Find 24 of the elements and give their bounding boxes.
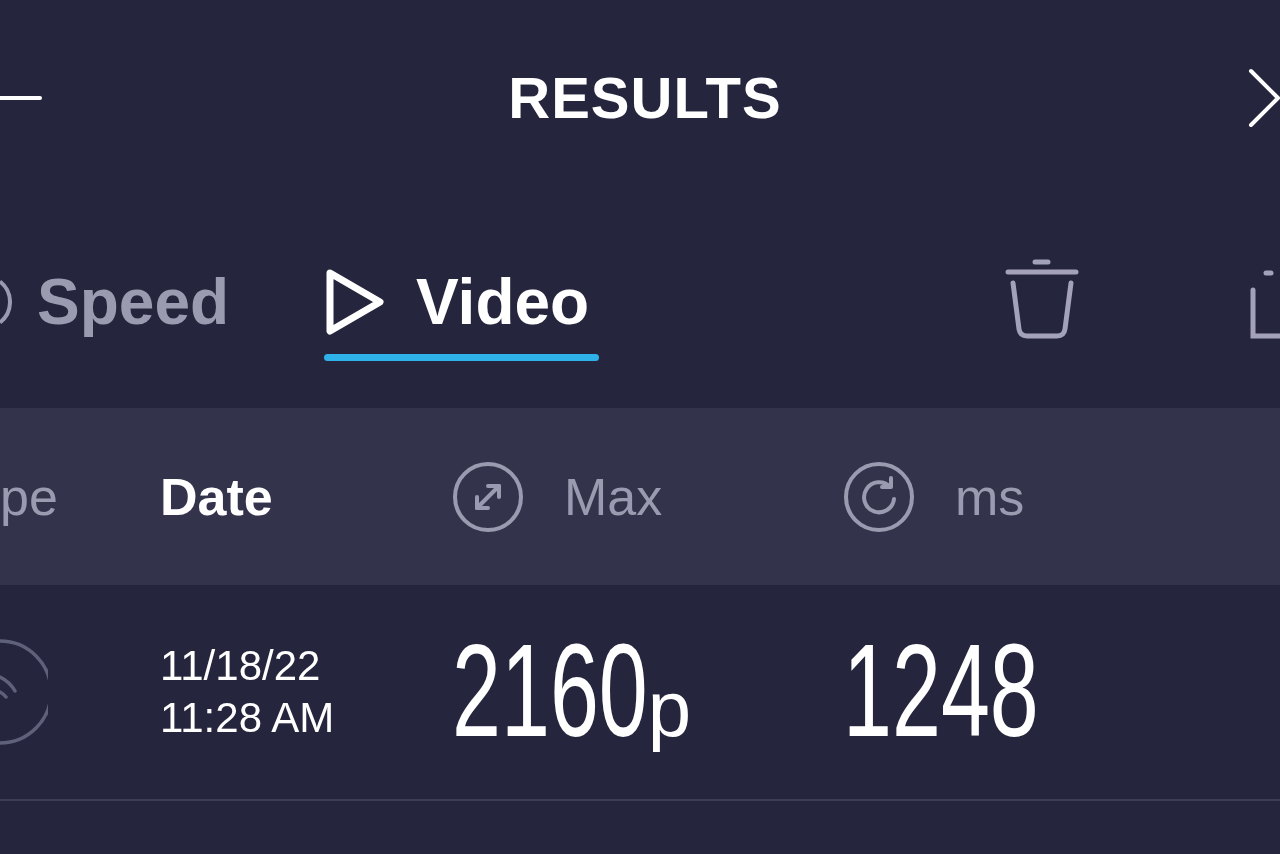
arc-icon: [0, 277, 12, 327]
expand-arrows-icon: [452, 460, 524, 533]
page-title: RESULTS: [508, 64, 782, 132]
column-header[interactable]: ms: [955, 466, 1025, 527]
trash-icon: [1005, 259, 1079, 339]
tray-icon: [1249, 270, 1280, 340]
chevron-right-icon: [1248, 68, 1280, 128]
ping-value: 1248: [843, 624, 1039, 760]
column-header[interactable]: Max: [564, 466, 663, 527]
column-header[interactable]: pe: [0, 466, 58, 527]
refresh-icon: [843, 460, 915, 533]
dash-button[interactable]: [0, 94, 42, 102]
tab[interactable]: Video: [324, 266, 600, 361]
trash-button[interactable]: [1005, 259, 1079, 339]
play-icon: [324, 267, 387, 337]
max-resolution-value: 2160p: [452, 624, 692, 760]
tab[interactable]: Speed: [0, 266, 240, 338]
tray-button[interactable]: [1249, 270, 1280, 340]
date-text: 11/18/22: [160, 641, 321, 691]
time-text: 11:28 AM: [160, 693, 335, 743]
chevron-button[interactable]: [1248, 68, 1280, 128]
wifi-icon: [0, 638, 48, 746]
column-header[interactable]: Date: [160, 466, 273, 527]
dash-icon: [0, 94, 42, 102]
